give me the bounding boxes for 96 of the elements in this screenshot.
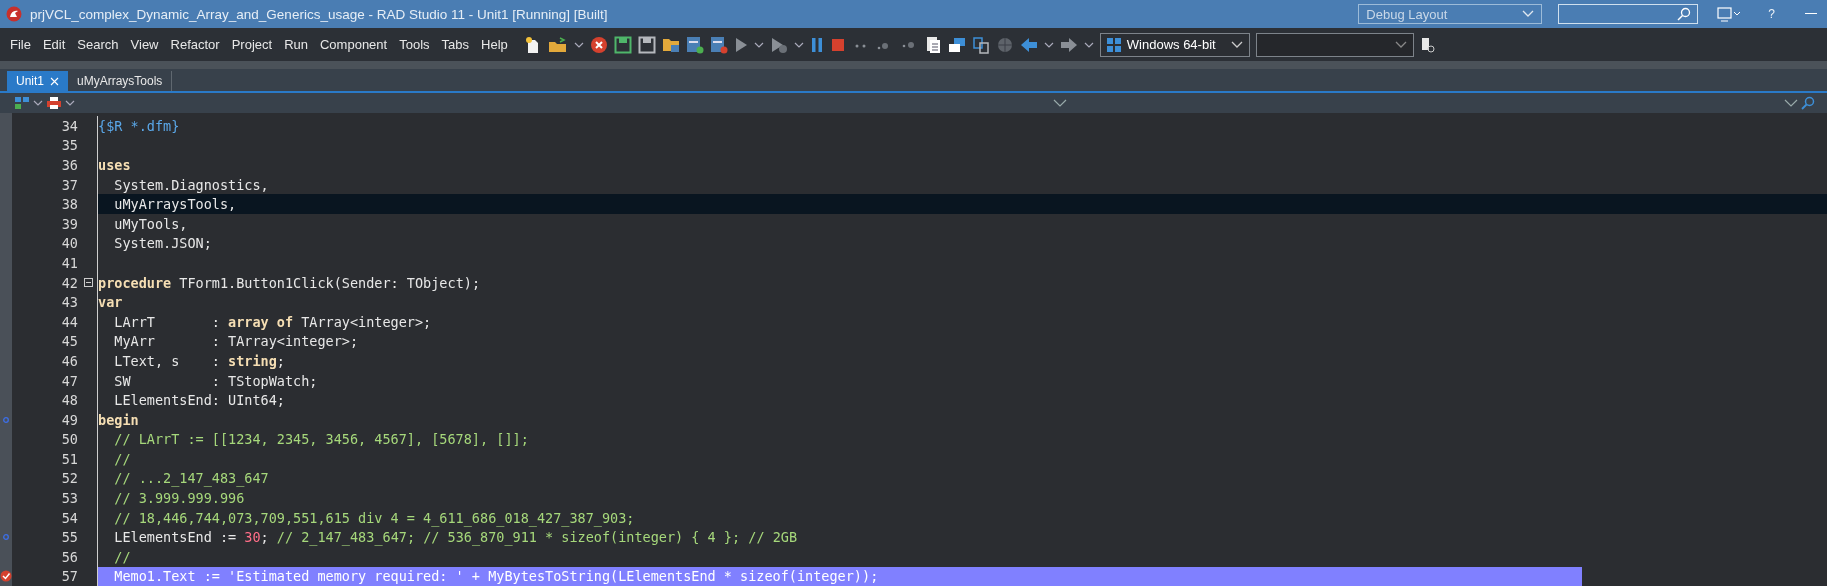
save-all-icon[interactable] [637,35,656,54]
run-without-debug-icon[interactable] [769,35,788,54]
code-line: MyArr : TArray<integer>; [113,333,359,350]
menu-item[interactable]: File [10,37,31,52]
remove-file-icon[interactable] [709,35,728,54]
chevron-down-icon[interactable] [1052,98,1067,108]
chevron-down-icon [1522,10,1535,18]
structure-icon[interactable] [14,96,30,110]
menu-item[interactable]: View [130,37,159,52]
code-line: // [113,548,131,565]
run-icon[interactable] [733,35,748,54]
line-number: 38 [60,196,78,213]
breakpoint-icon[interactable] [0,570,12,583]
close-circle-icon[interactable] [589,35,608,54]
line-number: 35 [60,137,78,154]
line-number: 54 [60,509,78,526]
line-number: 56 [60,548,78,565]
search-icon [1677,7,1692,21]
line-number: 52 [60,470,78,487]
line-number: 41 [60,254,78,271]
editor-tab[interactable]: uMyArraysTools [68,71,173,91]
window-title: prjVCL_complex_Dynamic_Array_and_Generics_usage - RAD Studio 11 - Unit1 [Running] [Built] [30,6,608,22]
code-line: LElementsEnd := 30; // 2_147_483_647; // 536_870_911 * sizeof(integer) { 4 }; // 2GB [113,529,797,546]
code-line: Memo1.Text := 'Estimated memory required: ' + MyBytesToString(LElementsEnd * sizeof(integer)); [113,568,879,585]
add-file-icon[interactable] [685,35,704,54]
search-icon[interactable] [1801,96,1815,110]
line-number: 57 [60,568,78,585]
swap-files-icon[interactable] [971,35,990,54]
line-number: 50 [60,431,78,448]
pause-icon[interactable] [809,35,824,54]
chevron-down-icon[interactable] [1784,98,1798,108]
code-line: begin [98,411,139,428]
device-dropdown[interactable] [1255,32,1414,57]
line-number: 43 [60,294,78,311]
close-icon[interactable] [50,76,59,86]
line-number: 51 [60,450,78,467]
code-line: // [113,450,131,467]
line-number: 47 [60,372,78,389]
code-line: uMyTools, [113,215,188,232]
monitor-icon[interactable] [1716,6,1743,22]
breakpoint-dot-icon[interactable] [3,534,9,541]
windows-icon[interactable] [947,35,966,54]
help-button[interactable]: ? [1768,7,1775,21]
line-number: 44 [60,313,78,330]
windows-logo-icon [1106,37,1121,52]
printer-icon[interactable] [46,96,62,110]
folder-icon[interactable] [547,35,568,54]
menu-item[interactable]: Search [77,37,119,52]
breakpoint-dot-icon[interactable] [3,416,9,423]
code-line: {$R *.dfm} [98,117,180,134]
minimize-icon[interactable] [1805,13,1817,15]
menu-item[interactable]: Refactor [170,37,220,52]
code-line: System.JSON; [113,235,212,252]
code-line: LElementsEnd: UInt64; [113,392,285,409]
line-number: 37 [60,176,78,193]
code-line: // 18,446,744,073,709,551,615 div 4 = 4_611_686_018_427_387_903; [113,509,635,526]
app-logo-icon [6,6,22,22]
line-number: 48 [60,392,78,409]
code-line: procedure TForm1.Button1Click(Sender: TObject); [98,274,480,291]
code-line: SW : TStopWatch; [113,372,318,389]
fold-toggle-icon[interactable] [84,278,93,288]
line-number: 42 [60,274,78,291]
line-number: 49 [60,411,78,428]
code-line: // LArrT := [[1234, 2345, 3456, 4567], [5678], []]; [113,431,529,448]
editor-tab[interactable]: Unit1 [7,71,68,91]
forward-arrow-icon[interactable] [1059,35,1078,54]
line-number: 40 [60,235,78,252]
menu-item[interactable]: Project [231,37,273,52]
line-number: 45 [60,333,78,350]
code-line: var [98,294,123,311]
menu-item[interactable]: Help [481,37,508,52]
line-number: 55 [60,529,78,546]
line-number: 53 [60,490,78,507]
back-arrow-icon[interactable] [1019,35,1038,54]
code-line: LArrT : array of TArray<integer>; [113,313,432,330]
code-editor[interactable] [0,113,1827,586]
chevron-down-icon [1394,40,1407,49]
menu-item[interactable]: Run [284,37,308,52]
code-line: // ...2_147_483_647 [113,470,269,487]
menu-item[interactable]: Tabs [441,37,470,52]
code-line: uses [98,157,131,173]
code-line: // 3.999.999.996 [113,490,245,507]
menu-item[interactable]: Component [320,37,388,52]
save-icon[interactable] [613,35,632,54]
code-line: uMyArraysTools, [113,196,237,213]
line-number: 34 [60,117,78,134]
chevron-down-icon [1230,40,1243,49]
line-number: 39 [60,215,78,232]
code-line: System.Diagnostics, [113,176,269,193]
line-number: 46 [60,352,78,369]
menu-item[interactable]: Edit [42,37,66,52]
code-line: LText, s : string; [113,352,285,369]
line-number: 36 [60,157,78,173]
platform-dropdown[interactable]: Windows 64-bit [1099,32,1250,57]
search-field[interactable] [1558,4,1699,24]
menu-item[interactable]: Tools [399,37,430,52]
